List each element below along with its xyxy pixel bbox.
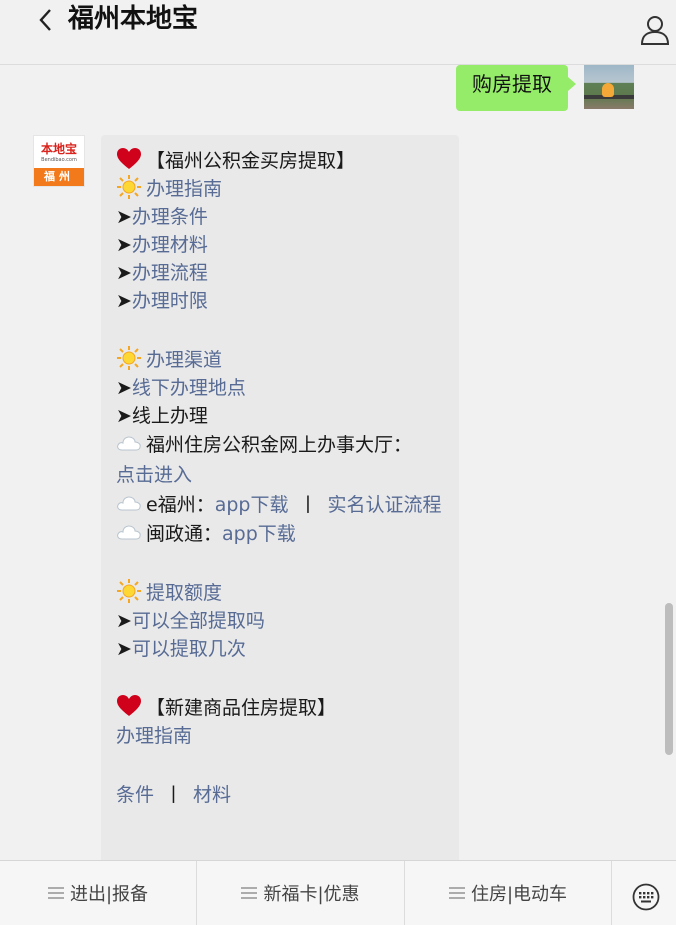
heart-icon [117,148,141,169]
online-hall-line: 福州住房公积金网上办事大厅： 点击进入 [116,430,447,490]
chat-area[interactable]: 购房提取 本地宝 Bendibao.com 福州 【福州公积金买房提取】 办理指… [0,65,676,860]
menu-item-entry-exit[interactable]: 进出|报备 [0,861,197,925]
list-item[interactable]: ➤办理材料 [116,231,447,259]
menu-item-label: 住房|电动车 [470,884,568,905]
sent-message-bubble[interactable]: 购房提取 [456,65,576,111]
sun-icon [117,175,141,199]
sun-icon [117,579,141,603]
section-guide[interactable]: 办理指南 [116,175,447,203]
section-amount[interactable]: 提取额度 [116,579,447,607]
chat-header: 福州本地宝 [0,0,676,65]
list-item[interactable]: ➤办理流程 [116,259,447,287]
bottom-menu-bar: 进出|报备 新福卡|优惠 住房|电动车 [0,860,676,925]
cloud-icon [117,525,141,540]
menu-item-housing[interactable]: 住房|电动车 [405,861,612,925]
my-avatar[interactable] [584,65,634,109]
avatar-photo-figure [602,83,614,97]
back-arrow-icon[interactable] [34,6,58,34]
list-item[interactable]: ➤办理时限 [116,287,447,315]
list-item[interactable]: ➤线下办理地点 [116,374,447,402]
menu-item-label: 进出|报备 [69,884,149,905]
reply-message-bubble: 【福州公积金买房提取】 办理指南 ➤办理条件 ➤办理材料 ➤办理流程 ➤办理时限… [101,135,459,860]
scrollbar[interactable] [665,603,673,755]
sun-icon [117,346,141,370]
minzhengtong-line: 闽政通：app下载 [116,520,447,548]
e-fuzhou-line: e福州：app下载丨实名认证流程 [116,490,447,520]
menu-item-label: 新福卡|优惠 [263,884,360,905]
section-channels[interactable]: 办理渠道 [116,346,447,374]
heart-icon [117,695,141,716]
cloud-icon [117,436,141,451]
avatar-url-text: Bendibao.com [41,157,77,163]
list-item[interactable]: ➤可以提取几次 [116,635,447,663]
chat-title: 福州本地宝 [68,4,199,34]
menu-lines-icon [47,887,64,899]
bot-avatar[interactable]: 本地宝 Bendibao.com 福州 [33,135,85,187]
reply-title-2: 【新建商品住房提取】 [116,694,447,722]
guide-link-line[interactable]: 办理指南 [116,722,447,750]
condition-material-line: 条件丨材料 [116,784,232,806]
avatar-city-text: 福州 [34,168,84,186]
list-item[interactable]: ➤可以全部提取吗 [116,607,447,635]
user-profile-icon[interactable] [640,14,670,46]
menu-item-card[interactable]: 新福卡|优惠 [197,861,405,925]
list-item[interactable]: ➤办理条件 [116,203,447,231]
reply-title-1: 【福州公积金买房提取】 [116,147,447,175]
sent-message-text: 购房提取 [472,72,552,96]
avatar-brand-text: 本地宝 [40,142,77,156]
list-item: ➤线上办理 [116,405,208,427]
keyboard-icon[interactable] [632,883,660,911]
cloud-icon [117,496,141,511]
menu-lines-icon [448,887,465,899]
menu-lines-icon [241,887,258,899]
